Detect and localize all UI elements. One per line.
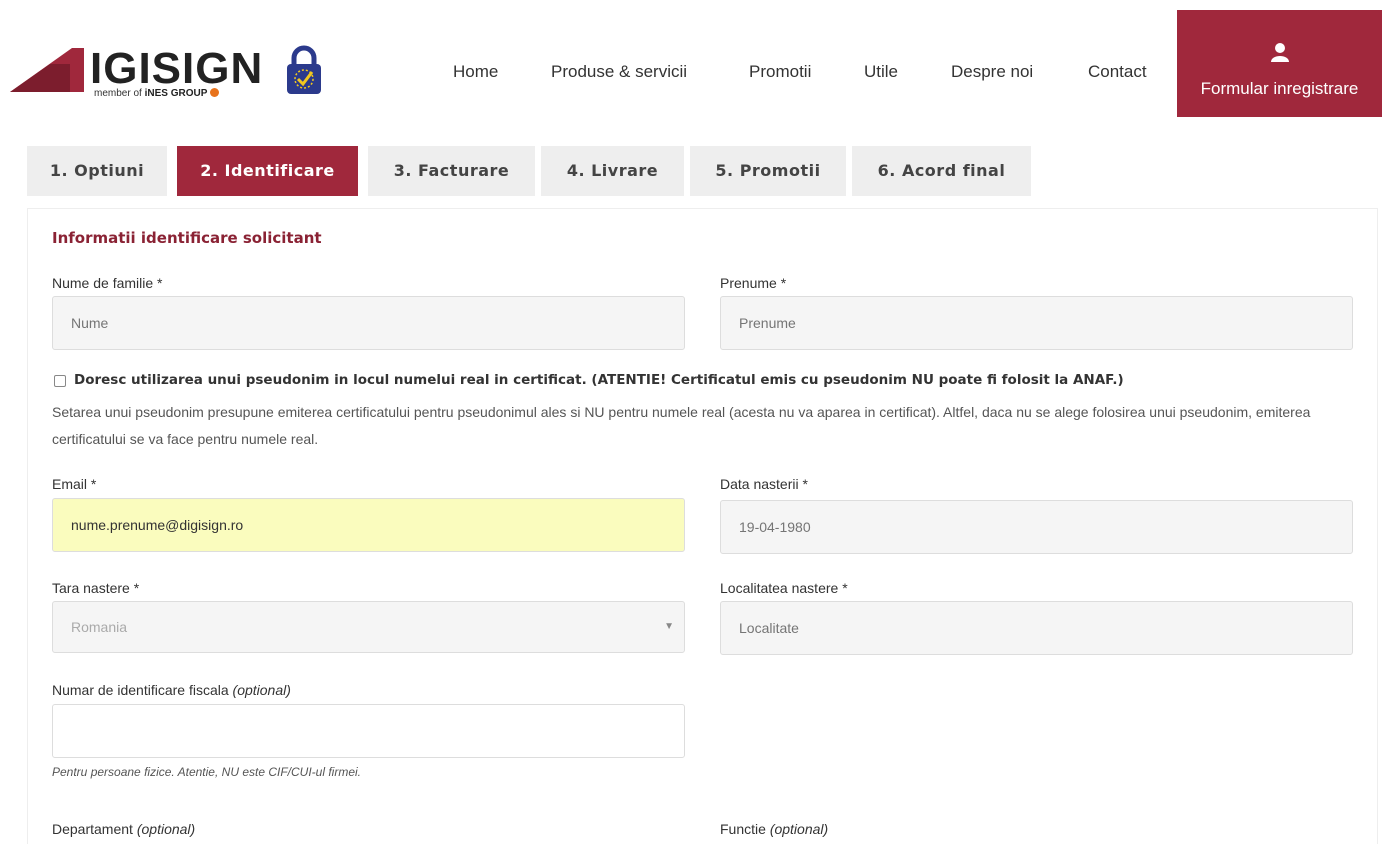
birth-date-label: Data nasterii * <box>720 476 808 492</box>
user-icon <box>1271 43 1289 62</box>
birth-date-input[interactable] <box>720 500 1353 554</box>
tab-facturare[interactable]: 3. Facturare <box>368 146 535 196</box>
nav-home[interactable]: Home <box>453 62 498 82</box>
nav-contact[interactable]: Contact <box>1088 62 1147 82</box>
email-input[interactable]: nume.prenume@digisign.ro <box>52 498 685 552</box>
position-label: Functie (optional) <box>720 821 829 837</box>
birth-country-label: Tara nastere * <box>52 580 140 596</box>
logo-wordmark: IGISIGN <box>90 44 264 93</box>
registration-form-button[interactable]: Formular inregistrare <box>1177 10 1382 117</box>
eu-trust-lock-icon <box>287 45 321 94</box>
last-name-label: Nume de familie * <box>52 275 163 291</box>
email-label: Email * <box>52 476 97 492</box>
logo-swoosh-icon <box>10 48 84 92</box>
birth-country-select[interactable]: Romania ▼ <box>52 601 685 653</box>
nav-about[interactable]: Despre noi <box>951 62 1033 82</box>
department-label: Departament (optional) <box>52 821 196 837</box>
pseudonym-description: Setarea unui pseudonim presupune emitere… <box>52 404 1311 447</box>
birth-city-input[interactable] <box>720 601 1353 655</box>
site-header: IGISIGN member of iNES GROUP Home Produs… <box>0 0 1384 125</box>
tax-id-input[interactable] <box>52 704 685 758</box>
chevron-down-icon: ▼ <box>664 621 674 632</box>
birth-country-selected: Romania <box>71 619 128 635</box>
birth-city-label: Localitatea nastere * <box>720 580 848 596</box>
identification-form: Informatii identificare solicitant Nume … <box>27 208 1378 844</box>
section-title: Informatii identificare solicitant <box>52 229 322 247</box>
nav-products-services[interactable]: Produse & servicii <box>551 62 687 82</box>
tax-id-label: Numar de identificare fiscala (optional) <box>52 682 291 698</box>
first-name-input[interactable] <box>720 296 1353 350</box>
tab-acord-final[interactable]: 6. Acord final <box>852 146 1031 196</box>
pseudonym-checkbox-label[interactable]: Doresc utilizarea unui pseudonim in locu… <box>74 372 1124 388</box>
ines-dot-icon <box>210 88 220 97</box>
pseudonym-checkbox[interactable] <box>54 375 66 387</box>
tax-id-hint: Pentru persoane fizice. Atentie, NU este… <box>52 765 361 779</box>
tab-promotii[interactable]: 5. Promotii <box>690 146 846 196</box>
digisign-logo[interactable]: IGISIGN member of iNES GROUP <box>10 42 262 99</box>
tab-optiuni[interactable]: 1. Optiuni <box>27 146 167 196</box>
logo-tagline: member of iNES GROUP <box>94 88 220 99</box>
first-name-label: Prenume * <box>720 275 787 291</box>
nav-promotions[interactable]: Promotii <box>749 62 811 82</box>
registration-form-label: Formular inregistrare <box>1200 79 1359 98</box>
last-name-input[interactable] <box>52 296 685 350</box>
nav-useful[interactable]: Utile <box>864 62 898 82</box>
tab-livrare[interactable]: 4. Livrare <box>541 146 684 196</box>
tab-identificare[interactable]: 2. Identificare <box>177 146 358 196</box>
